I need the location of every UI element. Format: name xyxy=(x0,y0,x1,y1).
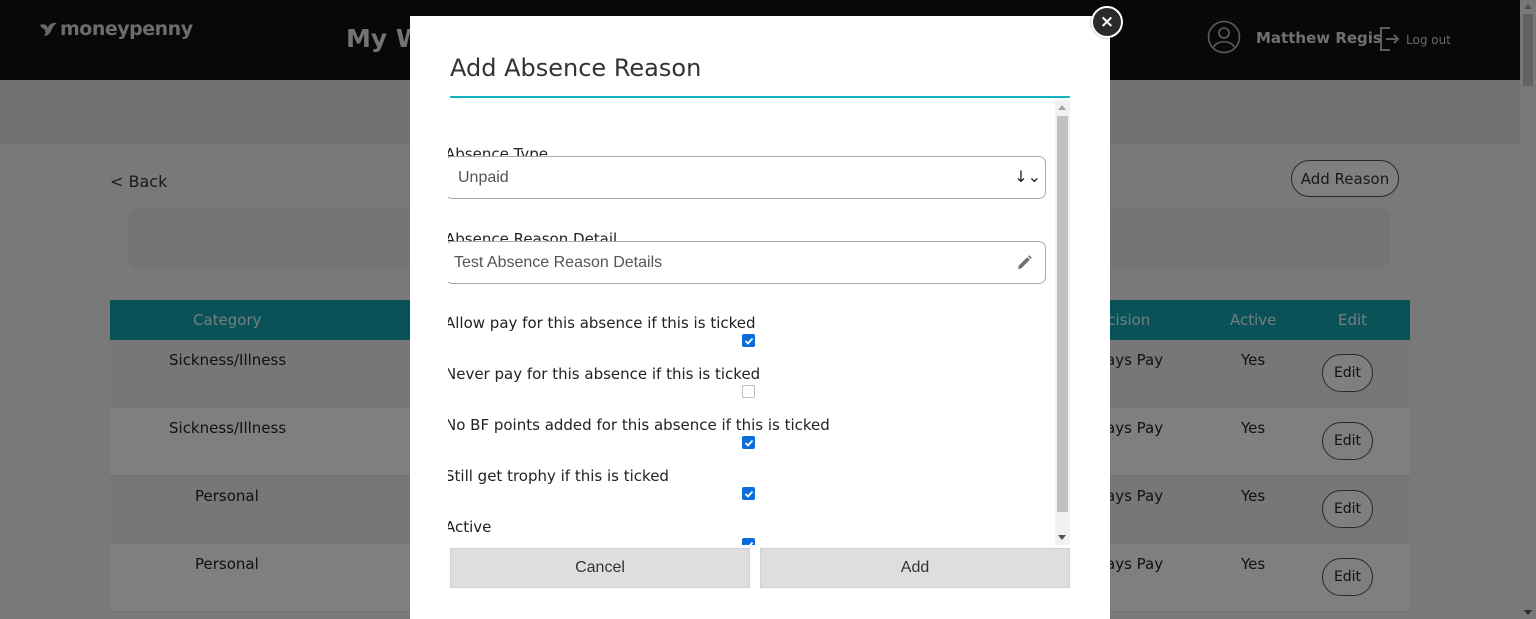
checkmark-icon xyxy=(744,439,754,447)
active-checkbox[interactable] xyxy=(742,538,755,545)
still-get-trophy-label: Still get trophy if this is ticked xyxy=(448,467,669,485)
checkmark-icon xyxy=(744,490,754,498)
title-divider xyxy=(450,96,1070,98)
still-get-trophy-checkbox[interactable] xyxy=(742,487,755,500)
chevron-down-icon: ↓⌄ xyxy=(1014,167,1041,186)
absence-detail-input[interactable]: Test Absence Reason Details xyxy=(448,241,1046,284)
scroll-up-arrow-icon[interactable] xyxy=(1058,105,1066,110)
absence-type-select[interactable]: Unpaid ↓⌄ xyxy=(448,156,1046,199)
add-button[interactable]: Add xyxy=(760,548,1070,588)
allow-pay-label: Allow pay for this absence if this is ti… xyxy=(448,314,756,332)
active-label: Active xyxy=(448,518,492,536)
never-pay-checkbox[interactable] xyxy=(742,385,755,398)
allow-pay-checkbox[interactable] xyxy=(742,334,755,347)
no-bf-points-checkbox[interactable] xyxy=(742,436,755,449)
pencil-icon xyxy=(1018,255,1032,269)
scroll-down-arrow-icon[interactable] xyxy=(1058,535,1066,540)
never-pay-label: Never pay for this absence if this is ti… xyxy=(448,365,761,383)
add-absence-reason-dialog: Add Absence Reason Absence Type Unpaid ↓… xyxy=(410,16,1110,619)
dialog-form: Absence Type Unpaid ↓⌄ Absence Reason De… xyxy=(448,100,1070,545)
dialog-scrollbar[interactable] xyxy=(1055,100,1070,545)
dialog-title: Add Absence Reason xyxy=(450,54,702,82)
cancel-button[interactable]: Cancel xyxy=(450,548,750,588)
close-icon[interactable]: × xyxy=(1091,6,1123,38)
no-bf-points-label: No BF points added for this absence if t… xyxy=(448,416,830,434)
checkmark-icon xyxy=(745,541,754,545)
absence-detail-value: Test Absence Reason Details xyxy=(454,254,663,271)
dialog-scrollbar-thumb[interactable] xyxy=(1057,116,1068,512)
checkmark-icon xyxy=(744,337,754,345)
absence-type-value: Unpaid xyxy=(458,169,509,186)
